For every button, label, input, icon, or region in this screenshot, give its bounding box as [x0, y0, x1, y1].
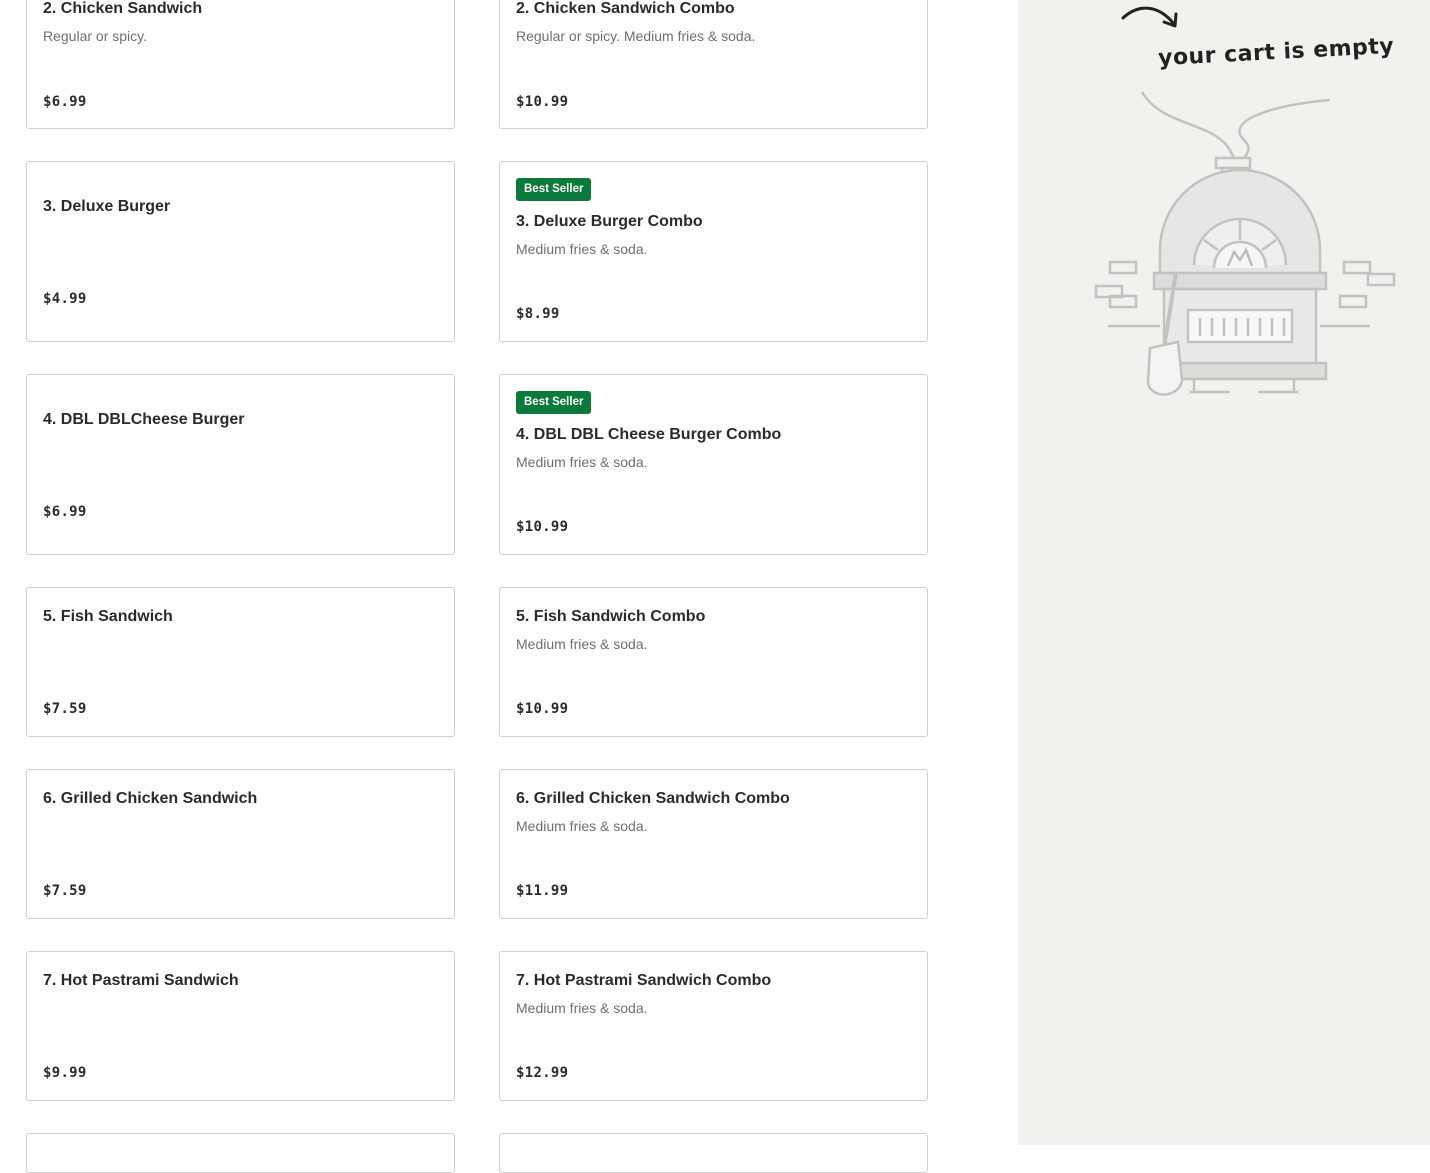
menu-item-description: Medium fries & soda. — [516, 454, 648, 470]
menu-item-title: 3. Deluxe Burger Combo — [516, 213, 703, 230]
menu-item-description: Medium fries & soda. — [516, 636, 648, 652]
menu-item-card[interactable]: 7. Hot Pastrami Sandwich $9.99 — [26, 951, 455, 1101]
curved-arrow-icon — [1121, 6, 1178, 28]
menu-item-card[interactable]: 6. Grilled Chicken Sandwich $7.59 — [26, 769, 455, 919]
menu-item-price: $6.99 — [43, 504, 87, 520]
menu-item-price: $9.99 — [43, 1065, 87, 1081]
menu-item-description: Medium fries & soda. — [516, 1000, 648, 1016]
menu-item-card[interactable]: 4. DBL DBLCheese Burger $6.99 — [26, 374, 455, 555]
menu-item-card[interactable]: 6. Grilled Chicken Sandwich Combo Medium… — [499, 769, 928, 919]
menu-item-description: Regular or spicy. Medium fries & soda. — [516, 28, 756, 44]
menu-item-card[interactable]: Best Seller 3. Deluxe Burger Combo Mediu… — [499, 161, 928, 342]
menu-item-price: $10.99 — [516, 519, 569, 535]
cart-panel: your cart is empty — [1018, 0, 1430, 1145]
menu-item-description: Regular or spicy. — [43, 28, 148, 44]
menu-grid: 2. Chicken Sandwich Regular or spicy. $6… — [0, 0, 1018, 1173]
menu-item-title: 4. DBL DBLCheese Burger — [43, 411, 245, 428]
menu-item-card[interactable] — [26, 1133, 455, 1173]
menu-item-price: $6.99 — [43, 94, 87, 110]
menu-item-description: Medium fries & soda. — [516, 818, 648, 834]
menu-item-price: $7.59 — [43, 701, 87, 717]
pizza-oven-icon — [1094, 91, 1396, 396]
menu-item-title: 6. Grilled Chicken Sandwich — [43, 790, 258, 807]
menu-item-card[interactable]: 2. Chicken Sandwich Combo Regular or spi… — [499, 0, 928, 129]
menu-item-title: 2. Chicken Sandwich Combo — [516, 0, 735, 17]
menu-item-description: Medium fries & soda. — [516, 241, 648, 257]
menu-item-card[interactable]: 2. Chicken Sandwich Regular or spicy. $6… — [26, 0, 455, 129]
menu-item-title: 5. Fish Sandwich Combo — [516, 608, 706, 625]
menu-item-price: $7.59 — [43, 883, 87, 899]
menu-item-card[interactable]: 5. Fish Sandwich Combo Medium fries & so… — [499, 587, 928, 737]
menu-item-title: 7. Hot Pastrami Sandwich — [43, 972, 239, 989]
menu-item-price: $12.99 — [516, 1065, 569, 1081]
menu-item-card[interactable]: 5. Fish Sandwich $7.59 — [26, 587, 455, 737]
menu-item-title: 5. Fish Sandwich — [43, 608, 173, 625]
menu-item-title: 6. Grilled Chicken Sandwich Combo — [516, 790, 790, 807]
menu-item-price: $10.99 — [516, 94, 569, 110]
menu-item-card[interactable]: 7. Hot Pastrami Sandwich Combo Medium fr… — [499, 951, 928, 1101]
menu-item-card[interactable] — [499, 1133, 928, 1173]
menu-item-card[interactable]: Best Seller 4. DBL DBL Cheese Burger Com… — [499, 374, 928, 555]
menu-item-price: $10.99 — [516, 701, 569, 717]
menu-item-price: $8.99 — [516, 306, 560, 322]
menu-item-price: $11.99 — [516, 883, 569, 899]
best-seller-badge: Best Seller — [516, 178, 592, 201]
menu-item-title: 7. Hot Pastrami Sandwich Combo — [516, 972, 772, 989]
menu-item-title: 2. Chicken Sandwich — [43, 0, 203, 17]
best-seller-badge: Best Seller — [516, 391, 592, 414]
menu-item-price: $4.99 — [43, 291, 87, 307]
menu-item-title: 4. DBL DBL Cheese Burger Combo — [516, 426, 782, 443]
menu-item-card[interactable]: 3. Deluxe Burger $4.99 — [26, 161, 455, 342]
menu-item-title: 3. Deluxe Burger — [43, 198, 171, 215]
